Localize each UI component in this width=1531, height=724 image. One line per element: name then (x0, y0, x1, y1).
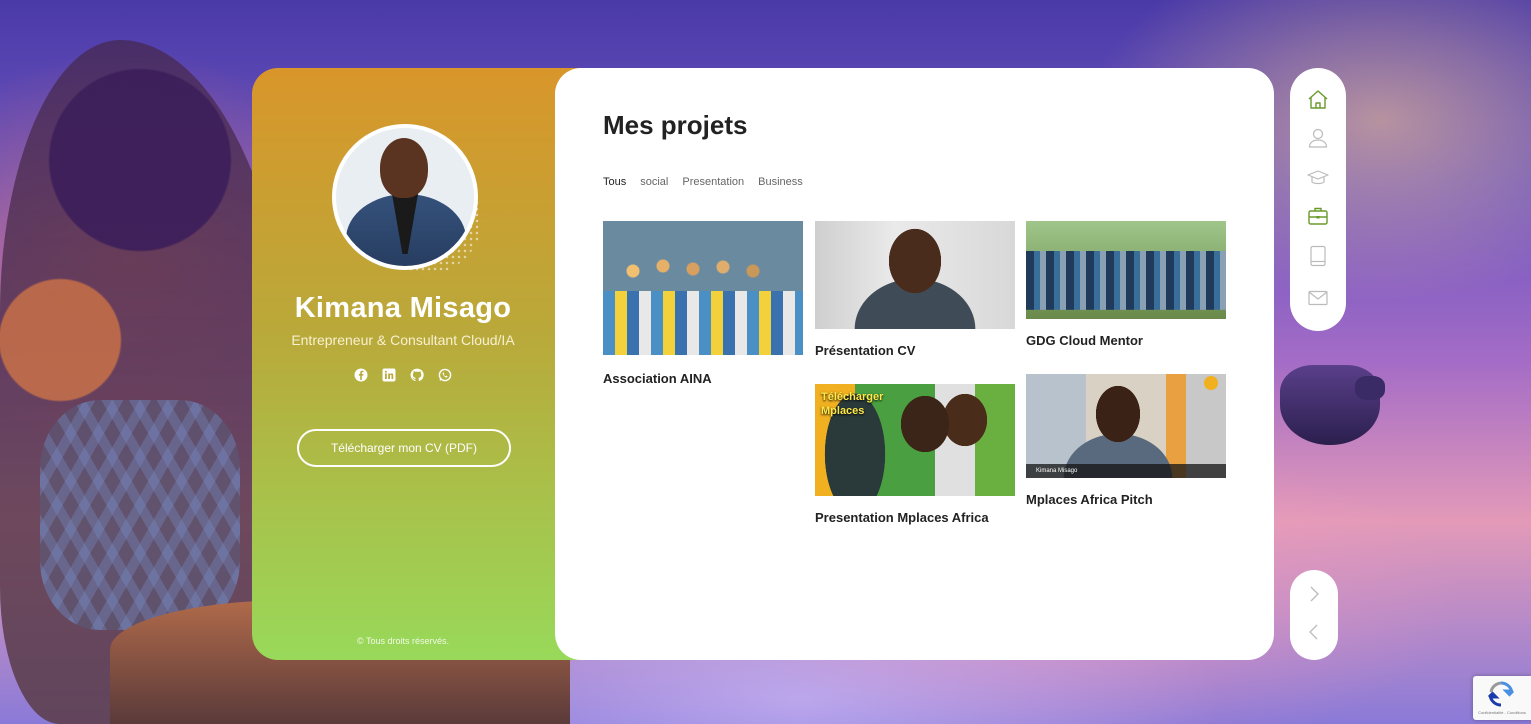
whatsapp-icon[interactable] (438, 368, 452, 382)
project-title[interactable]: Presentation Mplaces Africa (815, 510, 1015, 525)
page-title: Mes projets (603, 110, 748, 140)
profile-name: Kimana Misago (294, 292, 512, 324)
project-card-association-aina[interactable]: Association AINA (603, 221, 803, 386)
profile-card: Kimana Misago Entrepreneur & Consultant … (252, 68, 582, 660)
recaptcha-text: Confidentialité - Conditions (1478, 710, 1526, 715)
project-thumbnail[interactable]: Télécharger Mplaces (815, 384, 1015, 496)
copyright-text: © Tous droits réservés. (357, 636, 449, 646)
section-nav (1290, 68, 1346, 331)
project-thumbnail[interactable] (1026, 221, 1226, 319)
briefcase-icon[interactable] (1306, 204, 1330, 228)
avatar-container (332, 124, 482, 274)
recaptcha-icon (1487, 680, 1515, 708)
mail-icon[interactable] (1306, 286, 1330, 310)
project-card-gdg-cloud-mentor[interactable]: GDG Cloud Mentor (1026, 221, 1226, 348)
project-filters: Tous social Presentation Business (603, 176, 803, 188)
chevron-right-icon[interactable] (1304, 584, 1324, 604)
home-icon[interactable] (1306, 88, 1330, 112)
project-title[interactable]: Mplaces Africa Pitch (1026, 492, 1226, 507)
avatar (332, 124, 478, 270)
filter-presentation[interactable]: Presentation (682, 176, 744, 188)
github-icon[interactable] (410, 368, 424, 382)
thumbnail-brand-text: Télécharger Mplaces (821, 391, 884, 417)
project-card-presentation-cv[interactable]: Présentation CV (815, 221, 1015, 358)
background-floating-rock (1355, 376, 1385, 400)
graduation-cap-icon[interactable] (1306, 166, 1330, 190)
user-icon[interactable] (1306, 126, 1330, 150)
page-arrows (1290, 570, 1338, 660)
social-links (252, 368, 554, 382)
projects-panel: Mes projets Tous social Presentation Bus… (555, 68, 1274, 660)
facebook-icon[interactable] (354, 368, 368, 382)
project-card-presentation-mplaces-africa[interactable]: Télécharger Mplaces Presentation Mplaces… (815, 384, 1015, 525)
thumbnail-caption: Kimana Misago (1026, 464, 1226, 478)
download-cv-button[interactable]: Télécharger mon CV (PDF) (297, 429, 511, 467)
project-thumbnail[interactable] (815, 221, 1015, 329)
filter-social[interactable]: social (640, 176, 668, 188)
tablet-icon[interactable] (1306, 244, 1330, 268)
profile-role: Entrepreneur & Consultant Cloud/IA (291, 332, 515, 348)
recaptcha-badge[interactable]: Confidentialité - Conditions (1473, 676, 1531, 720)
chevron-left-icon[interactable] (1304, 622, 1324, 642)
filter-business[interactable]: Business (758, 176, 803, 188)
avatar-head (380, 138, 428, 198)
filter-all[interactable]: Tous (603, 176, 626, 188)
linkedin-icon[interactable] (382, 368, 396, 382)
project-thumbnail[interactable] (603, 221, 803, 355)
project-title[interactable]: GDG Cloud Mentor (1026, 333, 1226, 348)
thumbnail-badge-icon (1204, 376, 1218, 390)
project-card-mplaces-africa-pitch[interactable]: Kimana Misago Mplaces Africa Pitch (1026, 374, 1226, 507)
project-title[interactable]: Présentation CV (815, 343, 1015, 358)
project-thumbnail[interactable]: Kimana Misago (1026, 374, 1226, 478)
project-title[interactable]: Association AINA (603, 371, 803, 386)
background-hex-rock (40, 400, 240, 630)
